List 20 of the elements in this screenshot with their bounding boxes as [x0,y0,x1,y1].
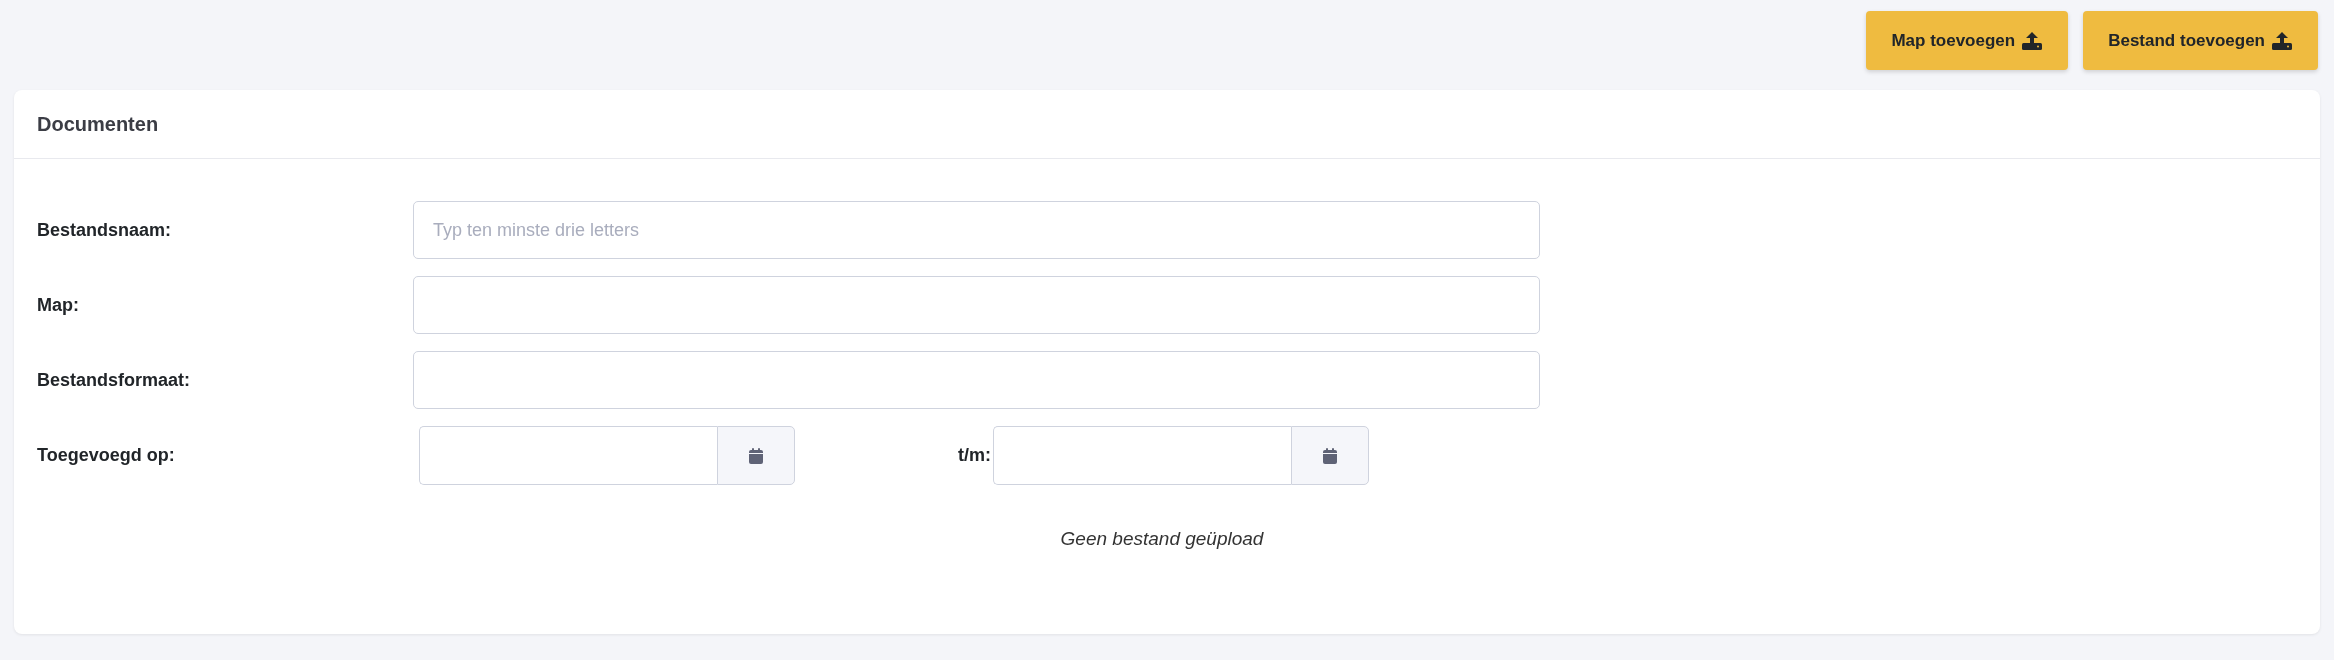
field-label: t/m: [957,445,992,466]
calendar-icon [1323,447,1337,464]
add-button[interactable]: Bestand toevoegen [2083,11,2318,70]
date-field[interactable] [419,426,717,485]
calendar-icon [749,447,763,464]
empty-message: Geen bestand geüpload [1060,528,1264,550]
calendar-button[interactable] [717,426,795,485]
input-field[interactable] [413,351,1540,409]
field-label: Map: [37,294,80,316]
calendar-button[interactable] [1291,426,1369,485]
field-label: Bestandsnaam: [37,219,173,241]
add-button[interactable]: Map toevoegen [1866,11,2069,70]
upload-icon [2021,30,2044,51]
field-label: Toegevoegd op: [37,445,176,466]
upload-icon [2271,30,2293,51]
card-title: Documenten [37,112,159,136]
input-field[interactable]: Typ ten minste drie letters [413,201,1540,259]
field-label: Bestandsformaat: [37,369,192,391]
input-field[interactable] [413,276,1540,334]
date-field[interactable] [993,426,1291,485]
